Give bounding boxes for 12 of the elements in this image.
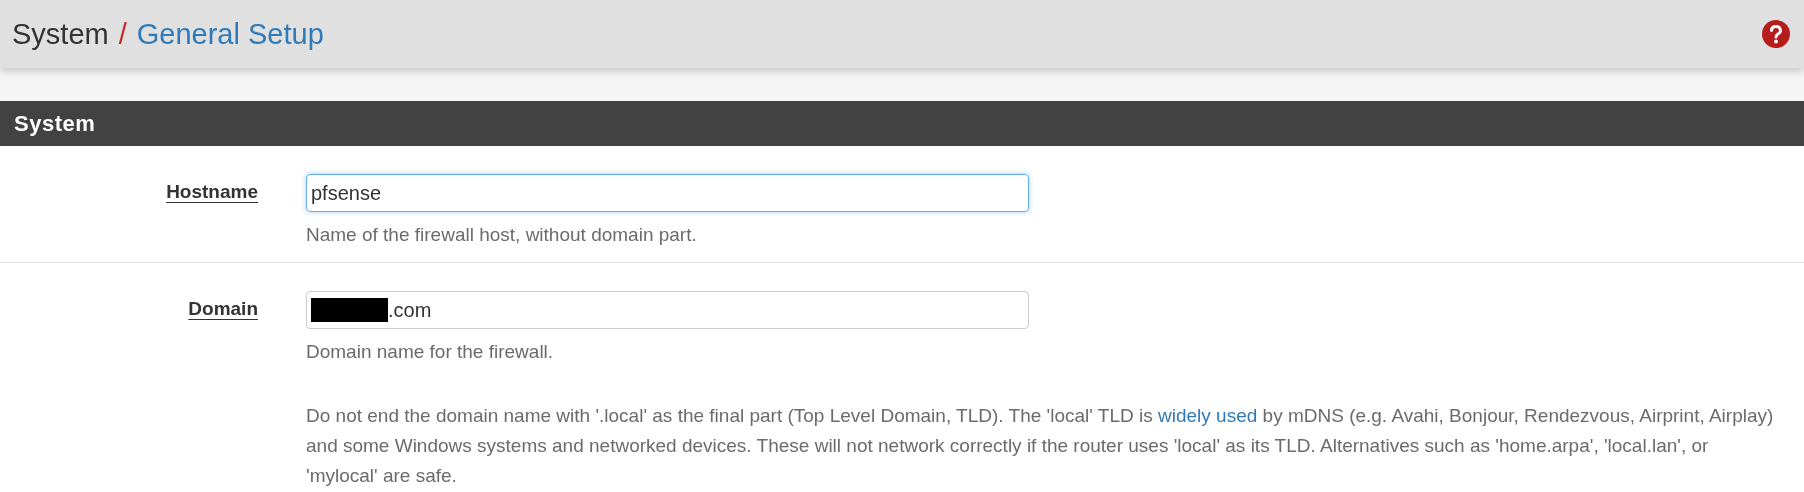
breadcrumb-text: System (12, 17, 109, 51)
input-field[interactable]: pfsense (306, 174, 1029, 212)
help-icon[interactable] (1762, 20, 1790, 48)
help-text: Do not end the domain name with '.local' as the final part (Top Level Domain, TLD). The 'local' TLD is widely used by mDNS (e.g. Avahi, Bonjour, Rendezvous, Airprint, Airplay) and some Windows systems and networked devices. These will not network correctly if the router uses 'local' as its TLD. Alternatives such as 'home.arpa', 'local.lan', or 'mylocal' are safe. (306, 404, 1775, 488)
help-link[interactable]: widely used (1158, 405, 1258, 426)
field-label: Domain (188, 298, 258, 321)
breadcrumb-separator: / (118, 17, 127, 51)
input-field[interactable]: .com (306, 291, 1029, 329)
help-text: Domain name for the firewall. (306, 340, 555, 364)
help-text: Name of the firewall host, without domain part. (306, 223, 698, 247)
field-label: Hostname (166, 181, 258, 204)
section-header: System (0, 101, 1804, 146)
